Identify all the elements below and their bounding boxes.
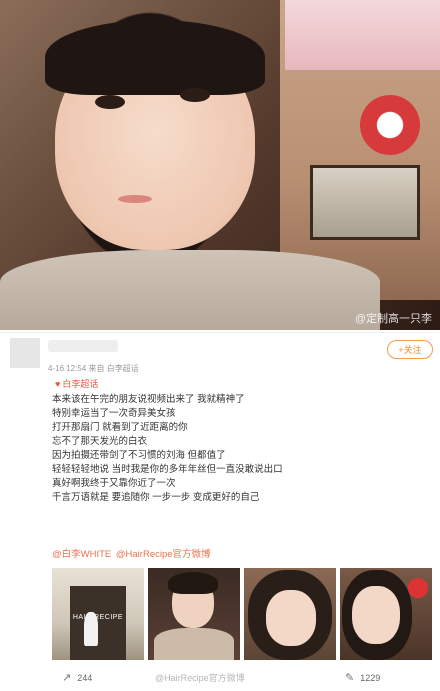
photo-eye-left bbox=[95, 95, 125, 109]
post-line: 特别幸运当了一次奇异美女孩 bbox=[52, 408, 176, 419]
share-button[interactable]: ↗ 244 bbox=[62, 671, 92, 684]
thumbnail-1[interactable]: HAIR RECIPE bbox=[52, 568, 144, 660]
post-body: 本来该在午完的朋友说视频出来了 我就精神了 特别幸运当了一次奇异美女孩 打开那扇… bbox=[52, 393, 432, 505]
share-count: 244 bbox=[77, 672, 93, 683]
photo-bangs bbox=[45, 20, 265, 95]
thumbnail-4[interactable] bbox=[340, 568, 432, 660]
username[interactable] bbox=[48, 340, 118, 352]
post-line: 因为拍摄还带剑了不习惯的刘海 但都值了 bbox=[52, 450, 226, 461]
divider bbox=[0, 332, 440, 333]
comment-icon: ✎ bbox=[345, 672, 355, 684]
photo-eye-right bbox=[180, 88, 210, 102]
post-meta: 4-16 12:54 来自 白李超话 bbox=[48, 364, 139, 373]
thumb-figure bbox=[84, 612, 98, 646]
thumb-label: HAIR RECIPE bbox=[72, 614, 124, 621]
post-footer: ↗ 244 @HairRecipe官方微博 ✎ 1229 bbox=[0, 668, 440, 688]
thumbnail-3[interactable] bbox=[244, 568, 336, 660]
photo-mouth bbox=[118, 195, 152, 203]
thumb-sticker bbox=[408, 578, 428, 598]
thumbnail-2[interactable] bbox=[148, 568, 240, 660]
post-line: 轻轻轻轻地说 当时我是你的多年年丝但一直没敢说出口 bbox=[52, 464, 283, 475]
post-line: 本来该在午完的朋友说视频出来了 我就精神了 bbox=[52, 394, 245, 405]
comment-count: 1229 bbox=[360, 672, 381, 683]
topic-link[interactable]: ♥ 白李超话 bbox=[55, 377, 98, 390]
thumb-face bbox=[266, 590, 316, 646]
post-photo[interactable]: @定制高一只李 bbox=[0, 0, 440, 330]
thumb-door: HAIR RECIPE bbox=[70, 586, 126, 660]
photo-sweater bbox=[0, 250, 380, 330]
share-icon: ↗ bbox=[62, 672, 72, 684]
avatar[interactable] bbox=[10, 338, 40, 368]
mentions: @白李WHITE @HairRecipe官方微博 bbox=[52, 546, 213, 560]
photo-watermark: @定制高一只李 bbox=[354, 313, 432, 325]
tag-icon: ♥ bbox=[55, 378, 61, 389]
post-line: 忘不了那天发光的白衣 bbox=[52, 436, 148, 447]
thumb-body bbox=[154, 628, 234, 660]
mention-link[interactable]: @白李WHITE bbox=[52, 549, 111, 560]
comment-button[interactable]: ✎ 1229 bbox=[345, 671, 380, 684]
thumb-hair bbox=[168, 572, 218, 594]
follow-button[interactable]: +关注 bbox=[387, 340, 433, 359]
thumb-face bbox=[352, 586, 400, 644]
post-line: 真好啊我终于又靠你近了一次 bbox=[52, 478, 176, 489]
footer-watermark: @HairRecipe官方微博 bbox=[155, 673, 245, 683]
topic-label: 白李超话 bbox=[62, 379, 99, 389]
post-line: 千言万语就是 要追随你 一步一步 变成更好的自己 bbox=[52, 492, 260, 503]
post-line: 打开那扇门 就看到了近距离的你 bbox=[52, 422, 188, 433]
mention-link[interactable]: @HairRecipe官方微博 bbox=[116, 549, 211, 560]
photo-sticker bbox=[360, 95, 420, 155]
